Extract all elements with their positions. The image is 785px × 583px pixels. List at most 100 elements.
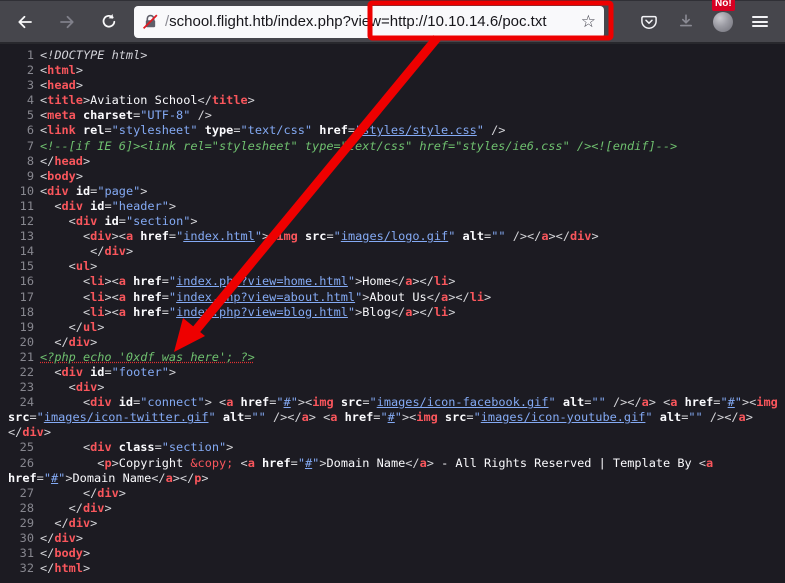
source-token: </ xyxy=(90,244,104,258)
source-link[interactable]: styles/style.css xyxy=(362,123,477,137)
source-token: = xyxy=(162,290,169,304)
source-line: 12 <div id="section"> xyxy=(8,214,781,229)
source-link[interactable]: images/icon-facebook.gif xyxy=(377,395,549,409)
source-token: src xyxy=(334,395,363,409)
source-link[interactable]: index.php?view=blog.html xyxy=(176,305,348,319)
source-token: div xyxy=(62,365,83,379)
source-token: ></ xyxy=(549,229,570,243)
noscript-extension-button[interactable]: No! xyxy=(708,7,738,37)
source-token: = xyxy=(29,410,36,424)
source-token: "text/css" xyxy=(241,123,313,137)
source-link[interactable]: index.html xyxy=(183,229,255,243)
source-token: /> xyxy=(491,123,505,137)
source-token: > xyxy=(90,259,97,273)
source-link[interactable]: index.php?view=about.html xyxy=(176,290,355,304)
source-token: </ xyxy=(40,561,54,575)
source-token: > xyxy=(201,471,208,485)
source-link[interactable]: images/logo.gif xyxy=(341,229,448,243)
source-token: alt xyxy=(216,410,245,424)
line-number: 19 xyxy=(8,320,34,335)
source-token: li xyxy=(434,274,448,288)
source-token: src xyxy=(438,410,467,424)
source-token: " xyxy=(298,456,305,470)
source-token: href xyxy=(126,305,162,319)
source-token xyxy=(753,410,760,424)
source-token: </ xyxy=(427,290,441,304)
source-line: 7<!--[if IE 6]><link rel="stylesheet" ty… xyxy=(8,139,781,154)
source-token: > xyxy=(190,214,197,228)
source-link[interactable]: index.php?view=home.html xyxy=(176,274,348,288)
reload-button[interactable] xyxy=(94,7,124,37)
back-button[interactable] xyxy=(10,7,40,37)
source-token: " xyxy=(395,410,402,424)
source-token xyxy=(266,410,273,424)
source-token: type xyxy=(198,123,234,137)
source-token: div xyxy=(97,486,118,500)
source-token: </ xyxy=(391,305,405,319)
source-token: </ xyxy=(151,471,165,485)
line-number: 16 xyxy=(8,274,34,289)
pocket-button[interactable] xyxy=(634,7,664,37)
source-token: a xyxy=(420,456,427,470)
line-number: 22 xyxy=(8,365,34,380)
pocket-icon xyxy=(639,12,659,32)
source-token: > xyxy=(76,531,83,545)
source-token: Domain Name xyxy=(73,471,152,485)
source-token: a xyxy=(166,471,173,485)
url-bar[interactable]: /school.flight.htb/index.php?view=http:/… xyxy=(134,6,604,38)
source-token xyxy=(40,229,83,243)
source-token: Aviation School xyxy=(90,93,197,107)
source-token: " xyxy=(348,305,355,319)
source-token xyxy=(40,380,69,394)
source-line: 17 <li><a href="index.php?view=about.htm… xyxy=(8,290,781,305)
source-token: = xyxy=(169,229,176,243)
source-link[interactable]: images/icon-twitter.gif xyxy=(44,410,209,424)
line-number: 2 xyxy=(8,63,34,78)
source-token: div xyxy=(104,244,125,258)
forward-button[interactable] xyxy=(52,7,82,37)
source-token: > xyxy=(83,154,90,168)
url-text[interactable]: /school.flight.htb/index.php?view=http:/… xyxy=(165,13,577,30)
source-link[interactable]: # xyxy=(728,395,735,409)
source-token xyxy=(40,486,83,500)
source-link[interactable]: # xyxy=(388,410,395,424)
source-token: " xyxy=(645,410,652,424)
source-token: title xyxy=(47,93,83,107)
source-token: id xyxy=(69,184,90,198)
downloads-button[interactable] xyxy=(671,7,701,37)
source-token: href xyxy=(233,395,269,409)
source-link[interactable]: images/icon-youtube.gif xyxy=(481,410,646,424)
source-token: = xyxy=(37,471,44,485)
source-token: body xyxy=(47,169,76,183)
source-token: Home xyxy=(362,274,391,288)
source-line: 15 <ul> xyxy=(8,259,781,274)
insecure-lock-icon xyxy=(142,13,159,30)
source-token: = xyxy=(466,410,473,424)
source-token: > xyxy=(205,395,212,409)
source-link[interactable]: # xyxy=(284,395,291,409)
source-token: " xyxy=(44,471,51,485)
source-token xyxy=(40,259,69,273)
source-token xyxy=(40,244,90,258)
source-token: > xyxy=(309,410,316,424)
source-token: ></ xyxy=(412,305,433,319)
source-token: ul xyxy=(83,320,97,334)
source-token xyxy=(40,395,83,409)
source-token: head xyxy=(47,78,76,92)
source-token: "footer" xyxy=(112,365,169,379)
line-number: 28 xyxy=(8,501,34,516)
source-token: </ xyxy=(405,456,419,470)
source-line: 13 <div><a href="index.html"><img src="i… xyxy=(8,229,781,244)
source-token: = xyxy=(362,395,369,409)
source-token: a xyxy=(739,410,746,424)
bookmark-star-icon[interactable]: ☆ xyxy=(581,13,596,30)
menu-button[interactable] xyxy=(745,7,775,37)
forward-arrow-icon xyxy=(57,12,77,32)
source-token: </ xyxy=(198,93,212,107)
source-token: > xyxy=(484,290,491,304)
source-token: /> xyxy=(198,108,212,122)
source-token: " xyxy=(474,410,481,424)
line-number: 12 xyxy=(8,214,34,229)
source-token: charset xyxy=(76,108,133,122)
line-number: 5 xyxy=(8,108,34,123)
